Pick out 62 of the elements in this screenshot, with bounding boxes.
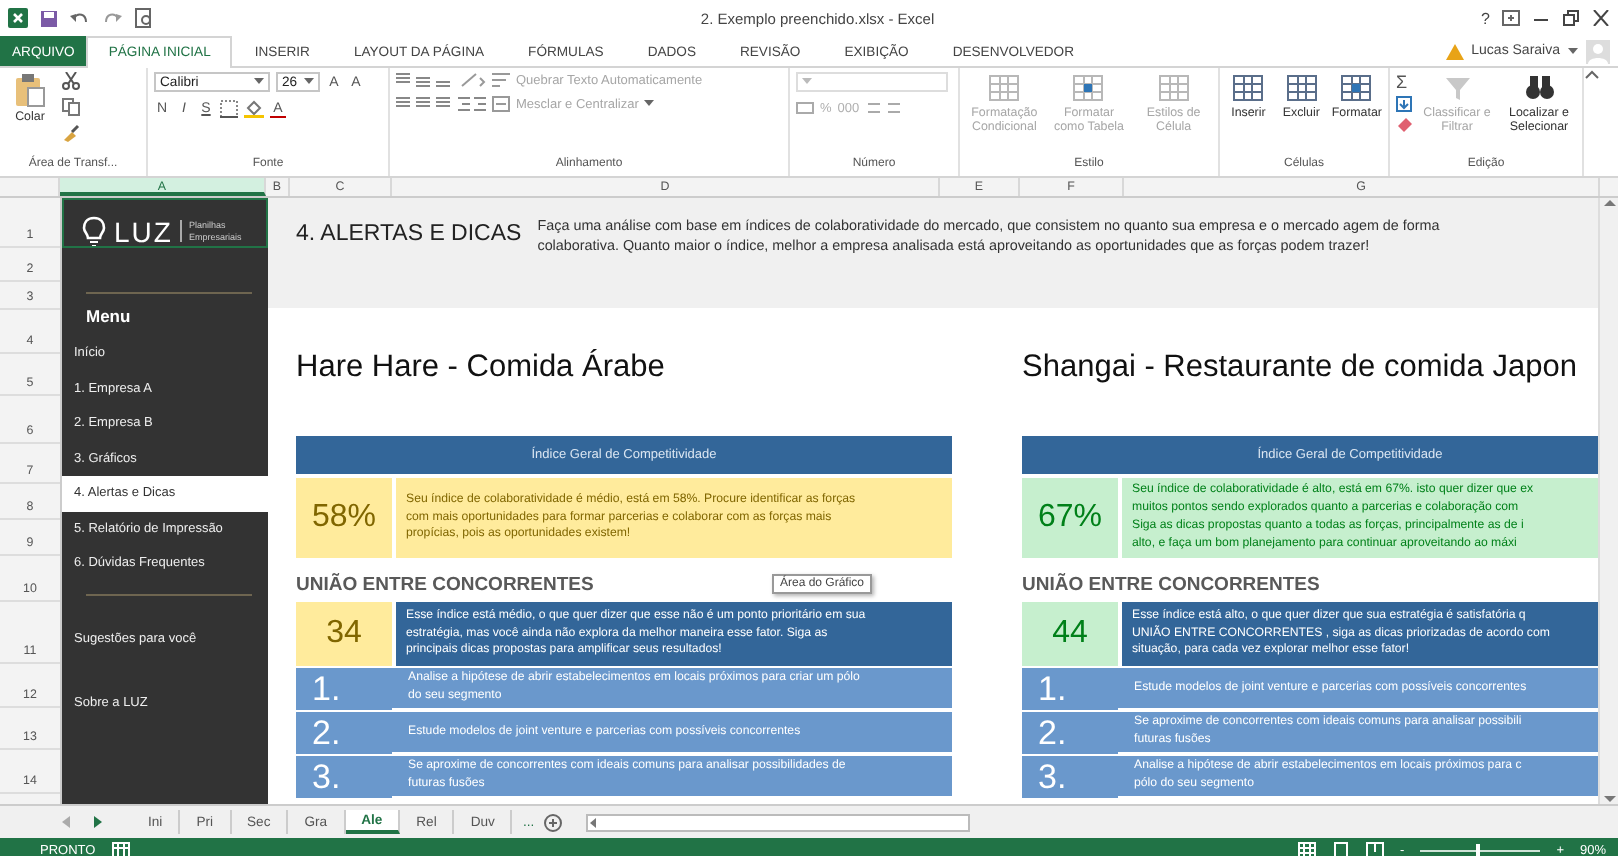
company-name: Hare Hare - Comida Árabe (296, 350, 667, 388)
add-sheet-icon[interactable] (544, 813, 563, 831)
tip-number: 3. (310, 756, 343, 798)
table-icon[interactable] (1285, 72, 1318, 104)
spreadsheet-app-icon[interactable] (8, 8, 28, 28)
table-icon[interactable] (1340, 72, 1373, 104)
merge-icon (492, 96, 510, 112)
tip-number: 1. (1036, 668, 1069, 710)
horizontal-scrollbar[interactable] (586, 813, 971, 831)
clipboard-icon (14, 72, 46, 108)
eraser-icon[interactable] (1396, 116, 1412, 132)
vertical-scrollbar[interactable] (1598, 198, 1618, 804)
borders-icon[interactable] (220, 100, 238, 118)
score-cell: 58% (296, 478, 392, 558)
caret-icon[interactable] (1568, 47, 1578, 55)
score-cell: 34 (296, 602, 392, 666)
table-icon[interactable] (1232, 72, 1265, 104)
undo-icon[interactable] (70, 9, 90, 27)
indent-icon[interactable] (458, 96, 486, 112)
collapse-ribbon-icon[interactable] (1584, 68, 1600, 80)
macro-icon[interactable] (111, 842, 130, 856)
normal-view-icon[interactable] (1298, 842, 1317, 856)
section-title: UNIÃO ENTRE CONCORRENTES (296, 574, 594, 600)
restore-icon[interactable] (1562, 10, 1580, 26)
page-layout-icon[interactable] (1332, 842, 1351, 856)
score-cell: 67% (1022, 478, 1118, 558)
fill-down-icon[interactable] (1396, 96, 1412, 112)
wrap-text-icon (492, 72, 510, 88)
score-cell: 44 (1022, 602, 1118, 666)
lightbulb-icon (82, 215, 106, 247)
brush-icon[interactable] (62, 124, 80, 142)
binoculars-icon (1523, 72, 1555, 104)
close-icon[interactable] (1592, 10, 1610, 26)
help-button[interactable]: ? (1481, 9, 1490, 27)
funnel-icon (1441, 72, 1473, 104)
fill-color-icon[interactable] (244, 100, 264, 118)
logo-text: LUZ (114, 215, 173, 247)
page-break-icon[interactable] (1366, 842, 1385, 856)
caret-icon[interactable] (304, 78, 314, 86)
print-preview-icon[interactable] (134, 8, 154, 28)
align-center-icon[interactable] (396, 96, 452, 112)
next-sheet-icon[interactable] (92, 816, 104, 828)
section-title: UNIÃO ENTRE CONCORRENTES (1022, 574, 1320, 600)
tip-number: 1. (310, 668, 343, 710)
warning-icon (1445, 43, 1464, 59)
menu-heading: Menu (86, 306, 131, 326)
autosum-button[interactable]: Σ (1396, 72, 1412, 92)
scissors-icon[interactable] (62, 72, 80, 90)
save-icon[interactable] (40, 9, 58, 27)
copy-icon[interactable] (62, 98, 80, 116)
scroll-left-icon[interactable] (588, 817, 599, 827)
caret-icon[interactable] (254, 78, 264, 86)
orientation-icon[interactable] (458, 72, 486, 88)
align-top-icon[interactable] (396, 72, 452, 88)
tip-number: 2. (310, 712, 343, 754)
tip-number: 2. (1036, 712, 1069, 754)
company-name: Shangai - Restaurante de comida Japon (1022, 350, 1579, 388)
ribbon-options-icon[interactable] (1502, 10, 1520, 26)
page-title: 4. ALERTAS E DICAS (296, 220, 522, 250)
redo-icon[interactable] (102, 9, 122, 27)
tip-number: 3. (1036, 756, 1069, 798)
zoom-thumb[interactable] (1476, 843, 1481, 856)
